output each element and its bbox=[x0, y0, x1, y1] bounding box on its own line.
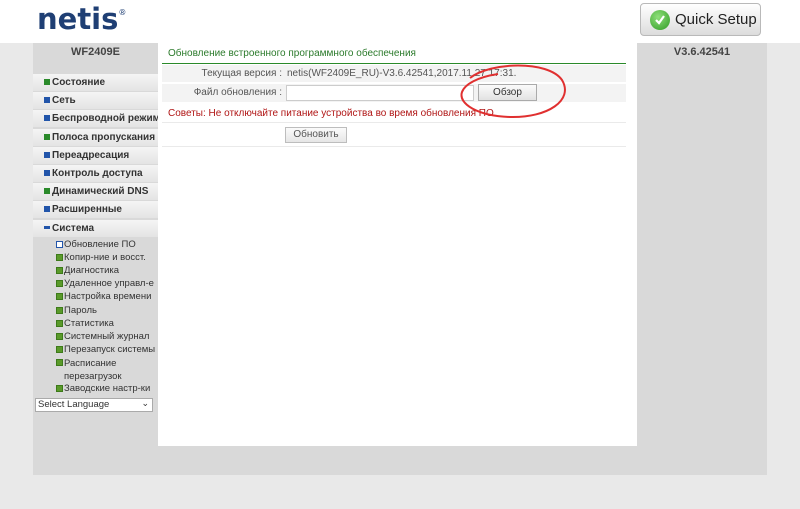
red-circle-annotation bbox=[460, 64, 566, 119]
